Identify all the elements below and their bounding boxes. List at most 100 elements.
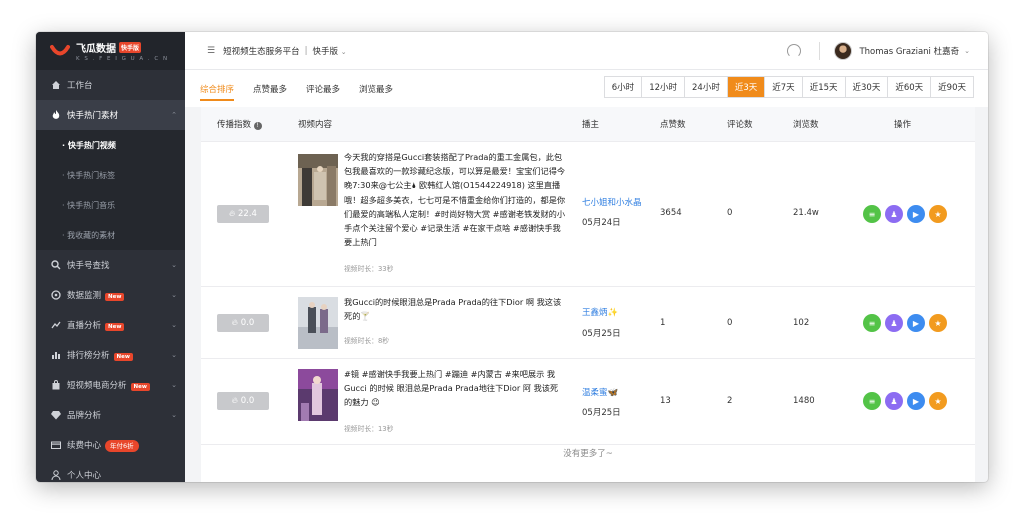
header-spread-index: 传播指数 ! [217,118,262,130]
sidebar-item-ranking-analysis[interactable]: 排行榜分析 New ⌄ [36,340,185,370]
sidebar-subitem-hot-videos[interactable]: · 快手热门视频 [36,130,185,160]
diamond-icon [51,410,61,420]
range-30d[interactable]: 近30天 [845,77,889,97]
sidebar-item-ecommerce-analysis[interactable]: 短视频电商分析 New ⌄ [36,370,185,400]
avatar[interactable] [834,42,853,60]
menu-icon[interactable]: ☰ [207,46,215,56]
audience-icon[interactable]: ♟ [885,314,903,332]
platform-title: 短视频生态服务平台 [223,46,300,57]
header-comments[interactable]: 评论数 [727,118,753,130]
sidebar-item-label: 工作台 [67,81,93,91]
spread-index-badge: 🔥︎ 0.0 [217,314,269,332]
video-caption[interactable]: 今天我的穿搭是Gucci套装搭配了Prada的重工金属包，此包包我最喜欢的一款珍… [344,150,566,249]
range-24h[interactable]: 24小时 [685,77,728,97]
views-count: 1480 [793,396,815,406]
headset-icon[interactable] [787,44,802,58]
play-icon[interactable]: ▶ [907,205,925,223]
sidebar-item-renewal-center[interactable]: 续费中心 年付6折 [36,430,185,460]
top-header: ☰ 短视频生态服务平台 | 快手版 ⌄ Thomas Graziani 杜嘉奇 … [185,32,988,70]
sidebar-item-monitoring[interactable]: 数据监测 New ⌄ [36,280,185,310]
play-icon[interactable]: ▶ [907,314,925,332]
comments-count: 0 [727,208,733,218]
likes-count: 1 [660,318,666,328]
sidebar-item-account-search[interactable]: 快手号查找 ⌄ [36,250,185,280]
views-count: 102 [793,318,810,328]
sidebar-subitem-hot-tags[interactable]: · 快手热门标签 [36,160,185,190]
sidebar-item-hot-materials[interactable]: 快手热门素材 ⌃ [36,100,185,130]
video-thumbnail[interactable] [298,154,338,206]
detail-icon[interactable]: ≡ [863,314,881,332]
play-icon[interactable]: ▶ [907,392,925,410]
row-actions: ≡ ♟ ▶ ★ [863,314,947,332]
shopping-bag-icon [51,380,61,390]
likes-count: 3654 [660,208,682,218]
chevron-down-icon: ⌄ [340,47,347,56]
new-badge: New [130,383,150,391]
flame-icon: 🔥︎ [231,318,238,328]
chevron-down-icon: ⌄ [171,291,177,299]
logo-edition-tag: 快手版 [119,42,142,53]
range-90d[interactable]: 近90天 [931,77,973,97]
favorite-star-icon[interactable]: ★ [929,392,947,410]
sidebar-item-label: 短视频电商分析 New [67,379,171,391]
chevron-down-icon: ⌄ [171,381,177,389]
detail-icon[interactable]: ≡ [863,205,881,223]
chevron-down-icon[interactable]: ⌄ [964,47,970,55]
chevron-down-icon: ⌄ [171,261,177,269]
range-7d[interactable]: 近7天 [765,77,803,97]
range-3d[interactable]: 近3天 [727,77,766,97]
views-count: 21.4w [793,208,819,218]
version-selector[interactable]: 快手版 ⌄ [312,45,346,57]
sidebar: 飞瓜数据 快手版 K S . F E I G U A . C N 工作台 快手热门… [36,32,185,482]
username[interactable]: Thomas Graziani 杜嘉奇 [859,45,959,57]
header-actions: 操作 [894,120,912,130]
sidebar-item-label: 快手号查找 [67,261,110,271]
home-icon [51,80,61,90]
author-link[interactable]: 温柔蜜🦋 [582,386,618,398]
sidebar-subitem-favorites[interactable]: · 我收藏的素材 [36,220,185,250]
header-video-content: 视频内容 [298,120,333,130]
audience-icon[interactable]: ♟ [885,392,903,410]
tab-most-comments[interactable]: 评论最多 [306,70,340,107]
range-60d[interactable]: 近60天 [888,77,932,97]
sidebar-item-brand-analysis[interactable]: 品牌分析 ⌄ [36,400,185,430]
discount-badge: 年付6折 [105,440,139,452]
table-row: 🔥︎ 22.4 今天我的穿搭是Gucci套装搭配了Prada的重工金属包，此包包… [201,142,975,287]
header-views[interactable]: 浏览数 [793,118,819,130]
favorite-star-icon[interactable]: ★ [929,205,947,223]
detail-icon[interactable]: ≡ [863,392,881,410]
search-icon [51,260,61,270]
header-likes[interactable]: 点赞数 [660,118,686,130]
tab-most-views[interactable]: 浏览最多 [359,70,393,107]
author-link[interactable]: 七小姐和小水晶 [582,196,642,208]
video-caption[interactable]: 我Gucci的时候眼泪总是Prada Prada的往下Dior 啊 我这该死的🍸 [344,295,566,323]
likes-count: 13 [660,396,671,406]
info-icon[interactable]: ! [253,122,262,130]
live-icon [51,320,61,330]
tab-composite-sort[interactable]: 综合排序 [200,70,235,107]
range-15d[interactable]: 近15天 [802,77,846,97]
flame-icon: 🔥︎ [229,209,236,219]
sidebar-item-workbench[interactable]: 工作台 [36,70,185,100]
sidebar-item-label: 续费中心 年付6折 [67,439,177,452]
video-thumbnail[interactable] [298,369,338,421]
range-12h[interactable]: 12小时 [642,77,686,97]
user-icon [51,470,61,480]
logo-title: 飞瓜数据 [76,44,116,55]
tab-most-likes[interactable]: 点赞最多 [253,70,287,107]
sidebar-subitem-hot-music[interactable]: · 快手热门音乐 [36,190,185,220]
author-link[interactable]: 王鑫炳✨ [582,306,618,318]
new-badge: New [105,293,125,301]
comments-count: 0 [727,318,733,328]
publish-date: 05月25日 [582,329,621,339]
logo[interactable]: 飞瓜数据 快手版 K S . F E I G U A . C N [36,32,185,70]
sort-filter-bar: 综合排序 点赞最多 评论最多 浏览最多 6小时 12小时 24小时 近3天 近7… [185,70,988,107]
range-6h[interactable]: 6小时 [604,77,643,97]
video-thumbnail[interactable] [298,297,338,349]
new-badge: New [113,353,133,361]
favorite-star-icon[interactable]: ★ [929,314,947,332]
sidebar-item-personal-center[interactable]: 个人中心 [36,460,185,482]
video-caption[interactable]: #镜 #感谢快手我要上热门 #蹦迪 #内蒙古 #来吧展示 我Gucci 的时候 … [344,367,566,410]
audience-icon[interactable]: ♟ [885,205,903,223]
sidebar-item-live-analysis[interactable]: 直播分析 New ⌄ [36,310,185,340]
